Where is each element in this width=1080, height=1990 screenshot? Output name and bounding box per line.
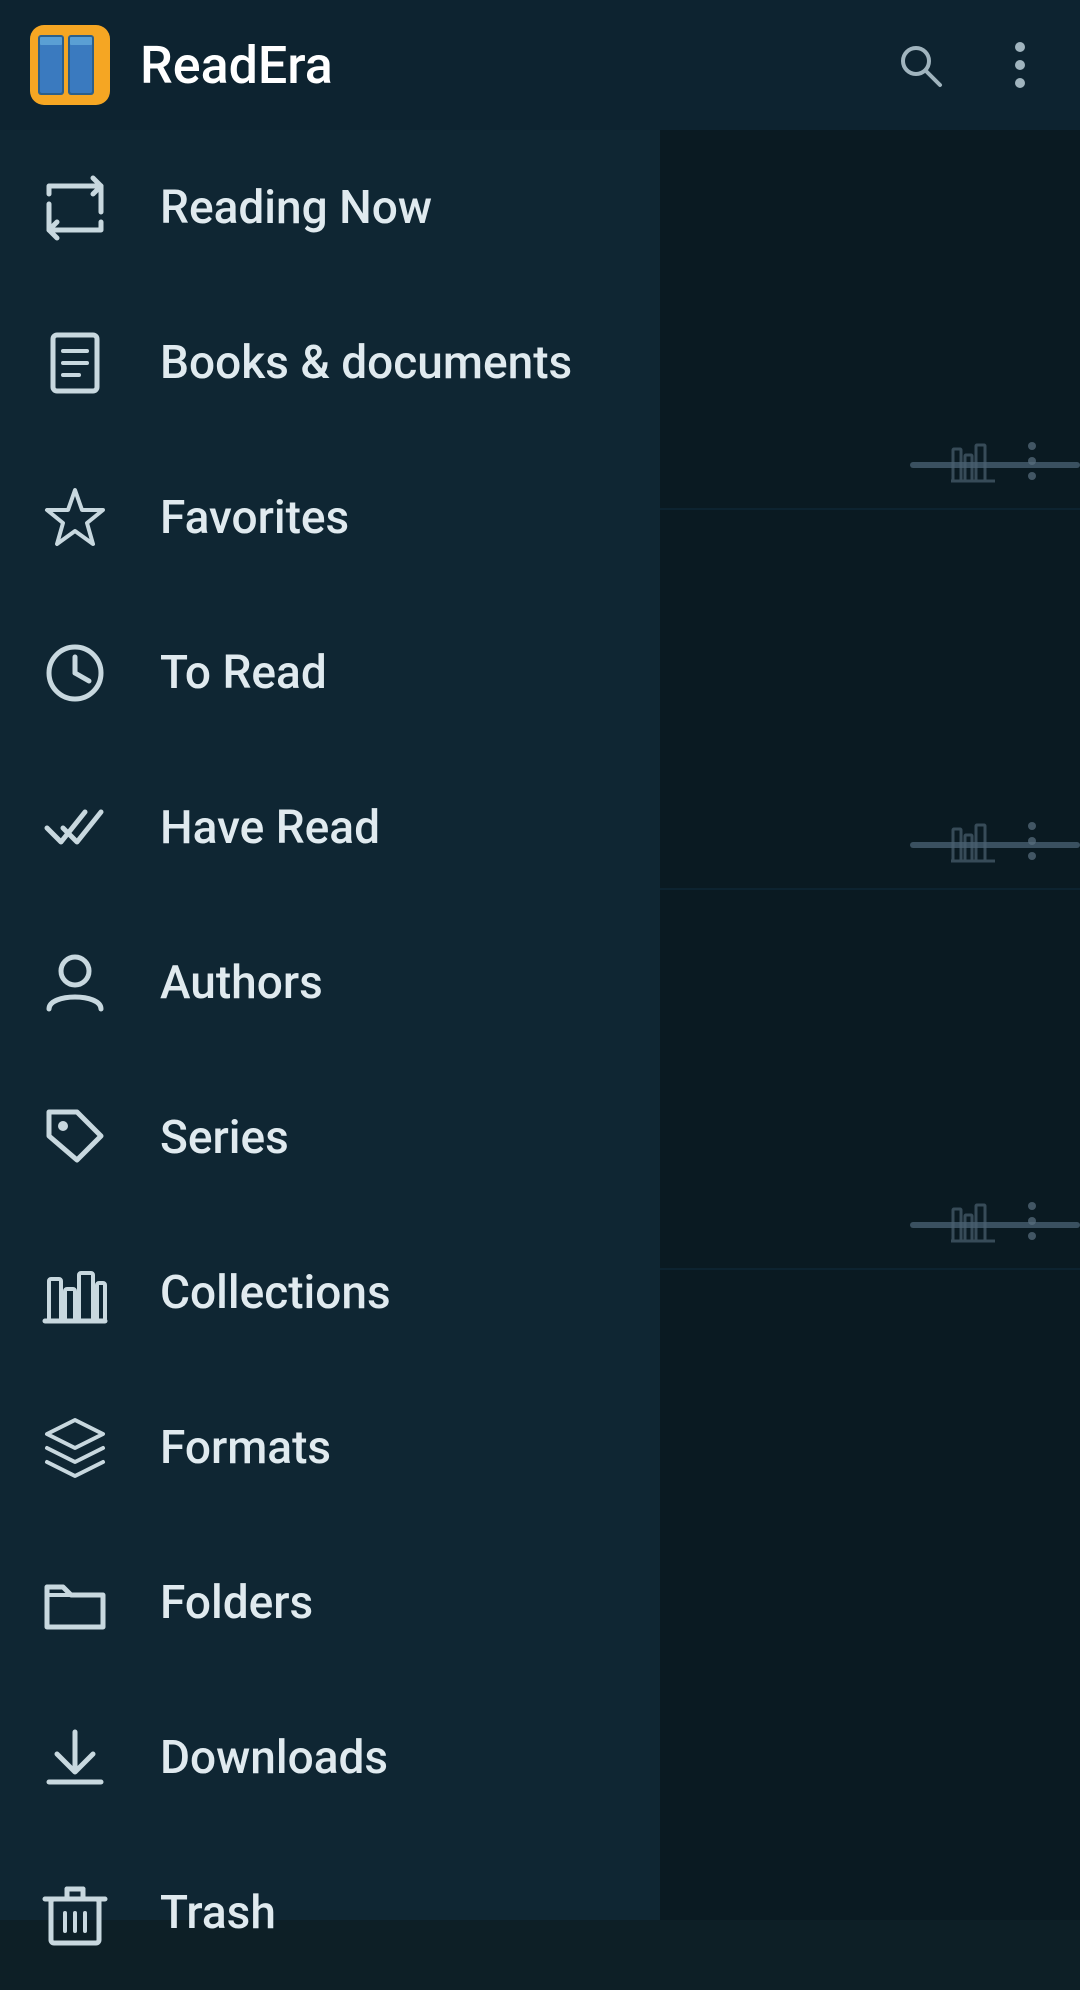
- library-icon-3[interactable]: [951, 1199, 995, 1243]
- nav-label-folders: Folders: [160, 1576, 313, 1630]
- folder-icon: [40, 1568, 110, 1638]
- book-row-2: [660, 510, 1080, 890]
- nav-item-series[interactable]: Series: [0, 1060, 660, 1215]
- search-button[interactable]: [890, 35, 950, 95]
- nav-item-have-read[interactable]: Have Read: [0, 750, 660, 905]
- app-header: ReadEra: [0, 0, 1080, 130]
- document-icon: [40, 328, 110, 398]
- book-row-3: [660, 890, 1080, 1270]
- nav-item-favorites[interactable]: Favorites: [0, 440, 660, 595]
- book-row-1: [660, 130, 1080, 510]
- more-icon-1[interactable]: [1025, 439, 1039, 483]
- star-icon: [40, 483, 110, 553]
- more-icon-2[interactable]: [1025, 819, 1039, 863]
- nav-item-books-documents[interactable]: Books & documents: [0, 285, 660, 440]
- nav-item-downloads[interactable]: Downloads: [0, 1680, 660, 1835]
- app-title: ReadEra: [140, 35, 890, 96]
- nav-label-favorites: Favorites: [160, 491, 349, 545]
- double-check-icon: [40, 793, 110, 863]
- nav-label-trash: Trash: [160, 1886, 276, 1940]
- book-actions-3: [910, 1199, 1080, 1243]
- nav-label-series: Series: [160, 1111, 289, 1165]
- nav-item-to-read[interactable]: To Read: [0, 595, 660, 750]
- nav-label-reading-now: Reading Now: [160, 181, 432, 235]
- more-options-button[interactable]: [990, 35, 1050, 95]
- book-actions-1: [910, 439, 1080, 483]
- layers-icon: [40, 1413, 110, 1483]
- nav-label-formats: Formats: [160, 1421, 331, 1475]
- person-icon: [40, 948, 110, 1018]
- nav-item-collections[interactable]: Collections: [0, 1215, 660, 1370]
- book-actions-2: [910, 819, 1080, 863]
- nav-item-reading-now[interactable]: Reading Now: [0, 130, 660, 285]
- nav-label-downloads: Downloads: [160, 1731, 388, 1785]
- nav-item-formats[interactable]: Formats: [0, 1370, 660, 1525]
- more-icon-3[interactable]: [1025, 1199, 1039, 1243]
- navigation-drawer: Reading Now Books & documents Favorites: [0, 130, 660, 1920]
- content-panel: [660, 130, 1080, 1920]
- tag-icon: [40, 1103, 110, 1173]
- repeat-icon: [40, 173, 110, 243]
- nav-label-have-read: Have Read: [160, 801, 380, 855]
- trash-icon: [40, 1878, 110, 1948]
- header-actions: [890, 35, 1050, 95]
- nav-label-collections: Collections: [160, 1266, 391, 1320]
- download-icon: [40, 1723, 110, 1793]
- nav-item-folders[interactable]: Folders: [0, 1525, 660, 1680]
- library-icon-1[interactable]: [951, 439, 995, 483]
- clock-icon: [40, 638, 110, 708]
- nav-item-trash[interactable]: Trash: [0, 1835, 660, 1990]
- library-icon-2[interactable]: [951, 819, 995, 863]
- app-logo: [30, 25, 110, 105]
- nav-label-books-documents: Books & documents: [160, 336, 572, 390]
- nav-label-to-read: To Read: [160, 646, 327, 700]
- nav-item-authors[interactable]: Authors: [0, 905, 660, 1060]
- bookshelf-icon: [40, 1258, 110, 1328]
- nav-label-authors: Authors: [160, 956, 323, 1010]
